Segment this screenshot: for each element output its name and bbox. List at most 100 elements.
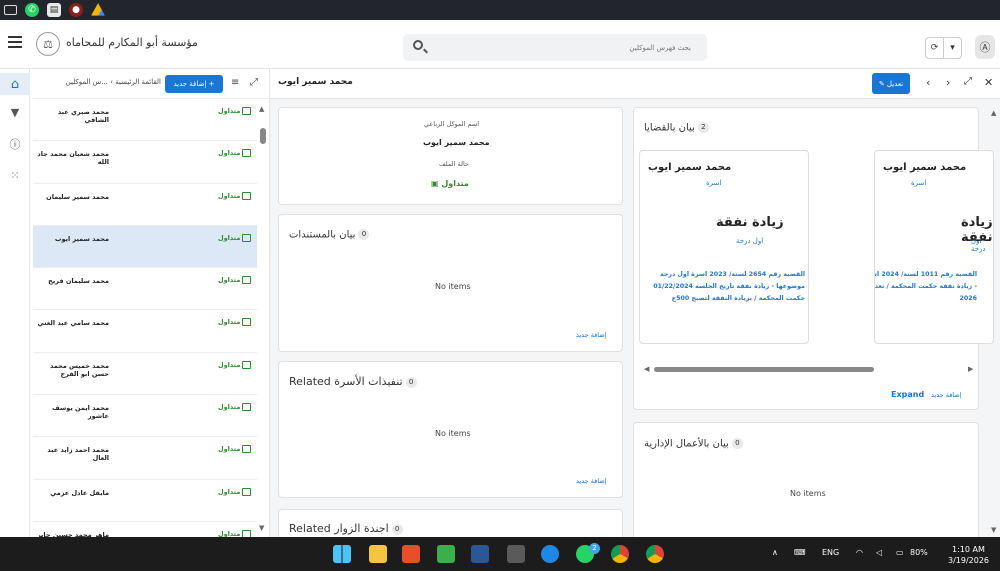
cases-add-link[interactable]: إضافة جديد bbox=[931, 391, 962, 399]
case-description: القضية رقم 2654 لسنة/ 2023 اسرة اول درجة… bbox=[653, 271, 805, 302]
prev-icon[interactable]: ‹ bbox=[926, 76, 930, 89]
client-name: مايقل عادل عزمي bbox=[50, 488, 109, 497]
list-scrollbar[interactable]: ▲ ▼ bbox=[259, 105, 267, 535]
cases-card: بيان بالقضايا 2 محمد سمير ايوب اسرة زيادة… bbox=[633, 107, 994, 410]
cases-scrollbar[interactable]: ◀ ▶ bbox=[644, 365, 976, 374]
close-icon[interactable]: ✕ bbox=[984, 76, 993, 89]
chrome-profile-icon[interactable] bbox=[646, 545, 664, 563]
expand-icon[interactable]: ⤢ bbox=[250, 77, 258, 88]
calculator-icon[interactable] bbox=[507, 545, 525, 563]
info-icon[interactable]: ⓘ bbox=[0, 133, 30, 155]
case-subject: زيادة نفقة bbox=[716, 215, 784, 230]
case-card[interactable]: محمد سمير ايوب اسرة زيادة نفقة اول درجة … bbox=[639, 150, 809, 344]
detail-scroll-down-icon[interactable]: ▼ bbox=[991, 526, 996, 534]
family-add-link[interactable]: إضافة جديد bbox=[576, 477, 607, 485]
documents-title-text: بيان بالمستندات bbox=[289, 229, 356, 241]
whatsapp-badge: 2 bbox=[589, 543, 600, 554]
battery-percent: 80% bbox=[910, 548, 928, 557]
filter-icon[interactable]: ▼ bbox=[0, 101, 30, 123]
next-icon[interactable]: › bbox=[946, 76, 950, 89]
triple-name-label: اسم الموكل الرباعي bbox=[424, 120, 480, 128]
list-item[interactable]: محمد شعبان محمد جاد الله متداول bbox=[33, 141, 257, 184]
admin-title-text: بيان بالأعمال الإدارية bbox=[644, 438, 729, 450]
list-item[interactable]: محمد صبري عبد الشافي متداول bbox=[33, 99, 257, 142]
language-indicator[interactable]: ENG bbox=[822, 548, 839, 557]
cases-scroll-thumb[interactable] bbox=[654, 367, 874, 372]
documents-add-link[interactable]: إضافة جديد bbox=[576, 331, 607, 339]
search-input[interactable] bbox=[431, 38, 691, 57]
detail-title: محمد سمير ايوب bbox=[278, 77, 353, 87]
camtasia-icon[interactable] bbox=[437, 545, 455, 563]
app-icon[interactable]: ▤ bbox=[47, 3, 61, 17]
breadcrumb[interactable]: القائمة الرئيسية › ...س الموكلين bbox=[37, 78, 161, 86]
list-item[interactable]: محمد سليمان فريح متداول bbox=[33, 268, 257, 311]
word-icon[interactable] bbox=[471, 545, 489, 563]
edit-button[interactable]: ✎ تعديل bbox=[872, 73, 910, 94]
volume-icon[interactable]: ◁ bbox=[876, 548, 882, 557]
avatar[interactable]: Ⓐ bbox=[975, 35, 995, 59]
battery-icon[interactable]: ▭ bbox=[896, 548, 904, 557]
start-icon[interactable] bbox=[333, 545, 351, 563]
menu-icon[interactable] bbox=[8, 36, 22, 48]
wifi-icon[interactable]: ◠ bbox=[856, 548, 863, 557]
keyboard-icon[interactable]: ⌨ bbox=[794, 548, 806, 557]
app-bar: ⚖ مؤسسة أبو المكارم للمحاماه ⟳ ▾ Ⓐ bbox=[0, 20, 1000, 69]
client-name: محمد سليمان فريح bbox=[48, 277, 109, 286]
admin-works-card: بيان بالأعمال الإدارية 0 No items bbox=[633, 422, 979, 542]
whatsapp-icon[interactable]: ✆ bbox=[25, 3, 39, 17]
cases-expand-link[interactable]: Expand bbox=[891, 390, 924, 399]
case-stage: اول درجة bbox=[736, 237, 764, 245]
apps-grid-icon[interactable]: ⁙ bbox=[0, 164, 30, 186]
admin-empty: No items bbox=[790, 489, 826, 498]
status-badge: متداول bbox=[218, 445, 251, 453]
app-title: مؤسسة أبو المكارم للمحاماه bbox=[66, 36, 198, 49]
detail-scroll-up-icon[interactable]: ▲ bbox=[991, 109, 996, 117]
status-badge: متداول bbox=[218, 403, 251, 411]
clock[interactable]: 1:10 AM 3/19/2026 bbox=[941, 544, 996, 566]
sync-icon[interactable] bbox=[541, 545, 559, 563]
clock-time: 1:10 AM bbox=[952, 545, 985, 554]
chevron-up-icon[interactable]: ∧ bbox=[772, 548, 778, 557]
search-box[interactable] bbox=[403, 34, 707, 61]
list-item[interactable]: محمد ايمن يوسف عاشور متداول bbox=[33, 395, 257, 438]
scroll-up-icon[interactable]: ▲ bbox=[259, 105, 264, 113]
chrome-icon[interactable] bbox=[611, 545, 629, 563]
sort-icon[interactable]: ≡ bbox=[231, 77, 239, 88]
chevron-down-icon[interactable]: ▾ bbox=[943, 38, 961, 58]
scroll-down-icon[interactable]: ▼ bbox=[259, 524, 264, 532]
list-item[interactable]: مايقل عادل عزمي متداول bbox=[33, 479, 257, 522]
list-item[interactable]: محمد احمد زايد عبد العال متداول bbox=[33, 437, 257, 480]
refresh-icon[interactable]: ⟳ bbox=[926, 38, 943, 58]
folder-icon[interactable] bbox=[4, 5, 17, 15]
briefcase-icon: ▣ bbox=[431, 179, 442, 188]
status-badge: متداول bbox=[218, 276, 251, 284]
client-name: محمد شعبان محمد جاد الله bbox=[37, 150, 109, 167]
scroll-thumb[interactable] bbox=[260, 128, 266, 144]
scroll-left-icon[interactable]: ◀ bbox=[644, 365, 649, 373]
documents-card: بيان بالمستندات 0 No items إضافة جديد bbox=[278, 214, 623, 352]
list-item[interactable]: محمد خميس محمد حسن ابو الفرج متداول bbox=[33, 352, 257, 396]
taskbar: 2 ∧ ⌨ ENG ◠ ◁ ▭ 80% 1:10 AM 3/19/2026 bbox=[0, 537, 1000, 571]
clock-date: 3/19/2026 bbox=[947, 556, 990, 565]
search-icon bbox=[413, 40, 423, 50]
refresh-group: ⟳ ▾ bbox=[925, 37, 962, 59]
list-item[interactable]: محمد سمير سليمان متداول bbox=[33, 183, 257, 226]
logo-app-icon[interactable]: ● bbox=[69, 3, 83, 17]
app-icon[interactable] bbox=[402, 545, 420, 563]
status-badge: متداول bbox=[218, 234, 251, 242]
file-status-text: متداول bbox=[441, 179, 469, 188]
scroll-right-icon[interactable]: ▶ bbox=[968, 365, 973, 373]
fullscreen-icon[interactable]: ⤢ bbox=[964, 76, 972, 87]
list-item[interactable]: محمد سمير ايوب متداول bbox=[33, 225, 257, 269]
case-card[interactable]: محمد سمير ايوب اسرة زيادة نفقة اول درجة … bbox=[874, 150, 994, 344]
google-drive-icon[interactable] bbox=[91, 3, 105, 16]
list-item[interactable]: محمد سامي عبد الغني متداول bbox=[33, 310, 257, 353]
file-explorer-icon[interactable] bbox=[369, 545, 387, 563]
documents-empty: No items bbox=[435, 282, 471, 291]
home-icon[interactable]: ⌂ bbox=[0, 73, 30, 95]
visitors-count: 0 bbox=[391, 523, 403, 535]
edit-icon: ✎ bbox=[878, 79, 887, 88]
add-new-button[interactable]: إضافة جديد + bbox=[165, 75, 223, 93]
file-status-value: ▣ متداول bbox=[431, 179, 469, 188]
admin-count: 0 bbox=[731, 438, 743, 449]
